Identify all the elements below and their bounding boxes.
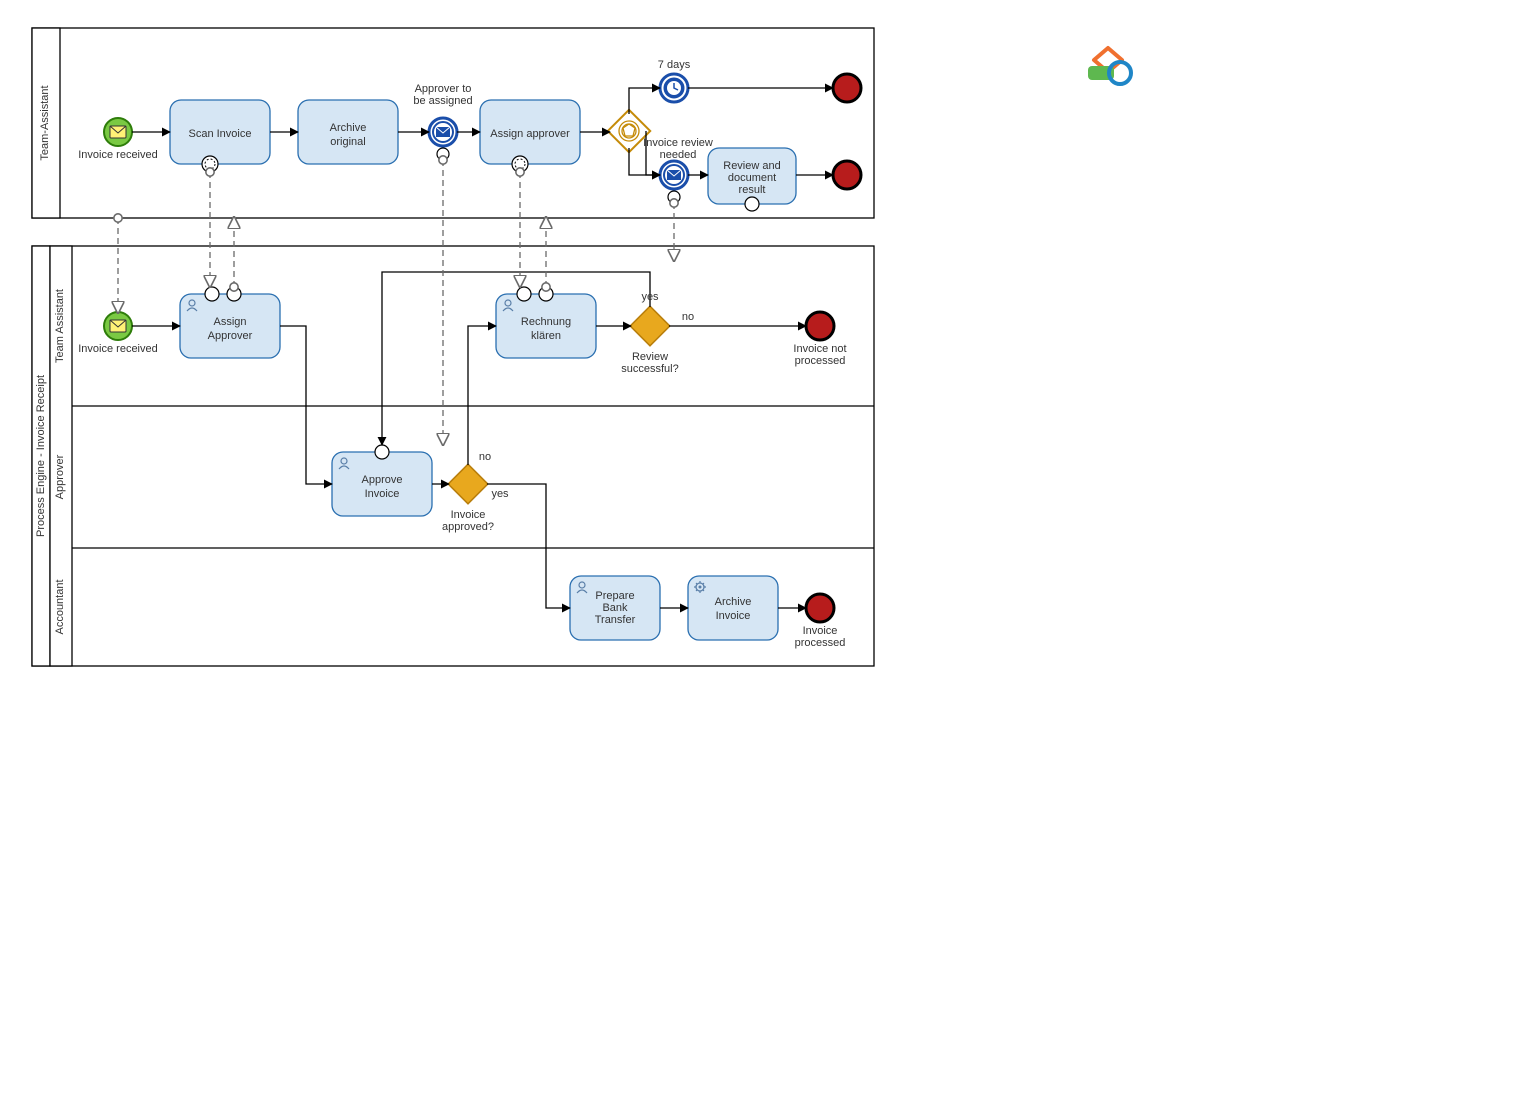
svg-text:original: original — [330, 136, 365, 148]
start-label: Invoice received — [78, 149, 158, 161]
svg-text:approved?: approved? — [442, 521, 494, 533]
svg-text:Approver: Approver — [54, 454, 66, 499]
message-icon — [110, 320, 126, 332]
task-approve-invoice: Approve Invoice Approve Invoice — [332, 445, 432, 516]
svg-text:klären: klären — [531, 330, 561, 342]
svg-text:Invoice received: Invoice received — [78, 343, 158, 355]
svg-text:Review and: Review and — [723, 160, 780, 172]
clock-icon — [667, 81, 681, 95]
svg-text:Accountant: Accountant — [54, 579, 66, 634]
svg-text:be assigned: be assigned — [413, 95, 472, 107]
svg-text:successful?: successful? — [621, 363, 678, 375]
pool2-title: Process Engine - Invoice Receipt — [35, 375, 47, 537]
svg-text:Invoice: Invoice — [365, 488, 400, 500]
message-icon — [667, 170, 681, 180]
task-scan-invoice: Scan Invoice — [170, 100, 270, 172]
event-timer-7days: 7 days — [658, 59, 691, 102]
svg-text:Invoice review: Invoice review — [643, 137, 713, 149]
end-event-bottom-1 — [833, 161, 861, 189]
svg-text:Invoice: Invoice — [716, 610, 751, 622]
svg-text:Team Assistant: Team Assistant — [54, 289, 66, 363]
edge-label-no: no — [682, 311, 694, 323]
message-icon — [436, 127, 450, 137]
edge-label-no: no — [479, 451, 491, 463]
camunda-logo-icon — [1088, 48, 1131, 84]
svg-text:Invoice: Invoice — [803, 625, 838, 637]
svg-text:processed: processed — [795, 355, 846, 367]
task-prepare-bank-transfer: Prepare Bank Transfer Prepare Bank Trans… — [570, 576, 660, 640]
svg-text:Transfer: Transfer — [595, 614, 636, 626]
end-event-top — [833, 74, 861, 102]
svg-text:Invoice not: Invoice not — [793, 343, 846, 355]
svg-text:Prepare: Prepare — [595, 590, 634, 602]
message-icon — [110, 126, 126, 138]
svg-text:Bank: Bank — [602, 602, 628, 614]
task-archive-original: Archive original Archive original — [298, 100, 398, 164]
svg-text:Archive: Archive — [330, 122, 367, 134]
svg-text:7 days: 7 days — [658, 59, 691, 71]
task-review-document-result: Review and document result Review and do… — [708, 148, 796, 211]
edge-label-yes: yes — [491, 488, 509, 500]
boundary-event-scan — [202, 156, 218, 172]
svg-text:result: result — [739, 184, 766, 196]
pool1-lane-label: Team-Assistant — [39, 85, 51, 160]
task-archive-invoice: Archive Invoice Archive Invoice — [688, 576, 778, 640]
svg-text:Approve: Approve — [362, 474, 403, 486]
svg-text:processed: processed — [795, 637, 846, 649]
task-assign-approver-1: Assign approver — [480, 100, 580, 172]
bpmn-diagram: Team-Assistant Invoice received Scan Inv… — [0, 0, 1535, 1100]
task-rechnung-klaeren: Rechnung klären Rechnung klären — [496, 287, 596, 358]
task-assign-approver-2: Assign Approver Assign Approver — [180, 287, 280, 358]
svg-text:Invoice: Invoice — [451, 509, 486, 521]
svg-text:Review: Review — [632, 351, 668, 363]
svg-text:document: document — [728, 172, 776, 184]
svg-text:Rechnung: Rechnung — [521, 316, 571, 328]
svg-text:Approver to: Approver to — [415, 83, 472, 95]
svg-text:Assign approver: Assign approver — [490, 128, 570, 140]
svg-text:Approver: Approver — [208, 330, 253, 342]
svg-text:Archive: Archive — [715, 596, 752, 608]
boundary-event-assign — [512, 156, 528, 172]
svg-text:Assign: Assign — [213, 316, 246, 328]
edge-label-yes: yes — [641, 291, 659, 303]
svg-text:Scan Invoice: Scan Invoice — [189, 128, 252, 140]
svg-text:needed: needed — [660, 149, 697, 161]
